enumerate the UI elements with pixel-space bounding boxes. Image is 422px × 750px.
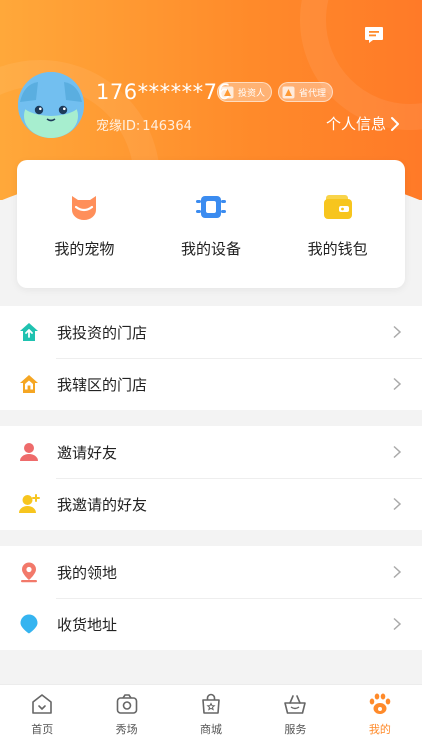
chevron-right-icon bbox=[393, 497, 402, 511]
my-pets-button[interactable]: 我的宠物 bbox=[29, 190, 139, 259]
my-wallet-label: 我的钱包 bbox=[307, 239, 368, 258]
badge-label: 省代理 bbox=[299, 88, 327, 99]
friends-menu-group: 邀请好友 我邀请的好友 bbox=[0, 426, 422, 530]
invited-friends-label: 我邀请的好友 bbox=[57, 495, 148, 514]
home-invest-icon bbox=[20, 323, 38, 341]
personal-info-label: 个人信息 bbox=[325, 115, 386, 133]
chevron-right-icon bbox=[393, 617, 402, 631]
home-icon bbox=[32, 694, 53, 714]
invited-friends-row[interactable]: 我邀请的好友 bbox=[0, 478, 422, 530]
bottom-tab-bar: 首页 秀场 商城 服务 我的 bbox=[0, 684, 422, 750]
district-stores-label: 我辖区的门店 bbox=[57, 375, 148, 394]
agent-badge: 省代理 bbox=[278, 82, 334, 102]
tab-service-label: 服务 bbox=[284, 723, 307, 736]
chevron-right-icon bbox=[391, 116, 399, 131]
tab-mine[interactable]: 我的 bbox=[338, 685, 422, 750]
location-pin-icon bbox=[21, 562, 37, 583]
header-decoration bbox=[300, 0, 422, 130]
chevron-right-icon bbox=[393, 377, 402, 391]
shipping-address-row[interactable]: 收货地址 bbox=[0, 598, 422, 650]
shop-bag-icon bbox=[202, 693, 220, 714]
message-icon[interactable] bbox=[363, 24, 385, 46]
user-phone: 176******76 bbox=[96, 80, 232, 104]
tab-show[interactable]: 秀场 bbox=[84, 685, 168, 750]
pet-icon bbox=[72, 195, 97, 220]
my-territory-row[interactable]: 我的领地 bbox=[0, 546, 422, 598]
my-devices-label: 我的设备 bbox=[180, 239, 241, 258]
person-add-icon bbox=[19, 494, 40, 513]
shipping-address-label: 收货地址 bbox=[57, 615, 118, 634]
chevron-right-icon bbox=[393, 325, 402, 339]
personal-info-link[interactable]: 个人信息 bbox=[326, 113, 400, 134]
user-id-value: 146364 bbox=[142, 119, 192, 134]
invite-friends-row[interactable]: 邀请好友 bbox=[0, 426, 422, 478]
address-icon bbox=[20, 614, 38, 634]
store-menu-group: 我投资的门店 我辖区的门店 bbox=[0, 306, 422, 410]
badge-icon bbox=[282, 86, 295, 98]
district-stores-row[interactable]: 我辖区的门店 bbox=[0, 358, 422, 410]
badge-label: 投资人 bbox=[238, 88, 266, 99]
invite-friends-label: 邀请好友 bbox=[57, 443, 118, 462]
invested-stores-row[interactable]: 我投资的门店 bbox=[0, 306, 422, 358]
user-id: 宠缘ID: 146364 bbox=[96, 115, 192, 134]
my-wallet-button[interactable]: 我的钱包 bbox=[283, 190, 393, 259]
my-pets-label: 我的宠物 bbox=[54, 239, 115, 258]
badge-icon bbox=[221, 86, 234, 98]
invested-stores-label: 我投资的门店 bbox=[57, 323, 148, 342]
my-devices-button[interactable]: 我的设备 bbox=[156, 190, 266, 259]
home-district-icon bbox=[20, 375, 38, 393]
chevron-right-icon bbox=[393, 445, 402, 459]
tab-mine-label: 我的 bbox=[368, 723, 391, 736]
wallet-icon bbox=[323, 194, 352, 219]
paw-icon bbox=[369, 693, 391, 714]
avatar[interactable] bbox=[18, 72, 84, 138]
device-icon bbox=[195, 195, 226, 218]
my-territory-label: 我的领地 bbox=[57, 563, 118, 582]
tab-shop-label: 商城 bbox=[200, 723, 223, 736]
tab-home-label: 首页 bbox=[31, 723, 54, 736]
tab-shop[interactable]: 商城 bbox=[169, 685, 253, 750]
chevron-right-icon bbox=[393, 565, 402, 579]
tab-home[interactable]: 首页 bbox=[0, 685, 84, 750]
show-icon bbox=[116, 694, 137, 714]
investor-badge: 投资人 bbox=[217, 82, 273, 102]
user-id-label: 宠缘ID: bbox=[96, 119, 141, 134]
location-menu-group: 我的领地 收货地址 bbox=[0, 546, 422, 650]
person-icon bbox=[20, 443, 38, 461]
tab-service[interactable]: 服务 bbox=[253, 685, 337, 750]
tab-show-label: 秀场 bbox=[115, 723, 138, 736]
service-basket-icon bbox=[284, 695, 307, 714]
quick-actions-card: 我的宠物 我的设备 我的钱包 bbox=[17, 160, 405, 288]
